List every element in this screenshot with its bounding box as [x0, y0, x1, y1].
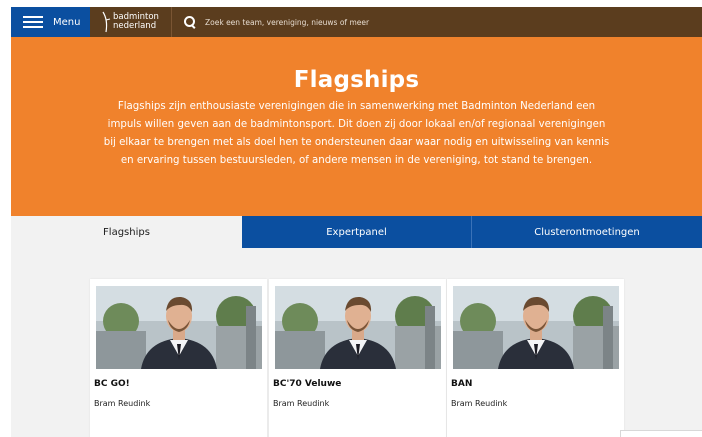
flagship-card[interactable]: BC GO! Bram Reudink	[90, 279, 267, 437]
corner-widget[interactable]	[620, 430, 702, 437]
tab-bar: Flagships Expertpanel Clusterontmoetinge…	[11, 216, 702, 248]
page-title: Flagships	[293, 67, 420, 93]
portrait-photo	[96, 286, 262, 369]
logo-line-2: nederland	[113, 21, 157, 31]
tab-flagships[interactable]: Flagships	[11, 216, 242, 248]
logo-mark-icon	[102, 11, 111, 33]
search-icon[interactable]	[184, 16, 196, 28]
portrait-photo	[275, 286, 441, 369]
tab-expertpanel[interactable]: Expertpanel	[242, 216, 472, 248]
card-title: BAN	[451, 379, 473, 389]
card-subtitle: Bram Reudink	[94, 399, 151, 408]
flagship-card[interactable]: BAN Bram Reudink	[447, 279, 624, 437]
hamburger-icon	[23, 15, 43, 29]
hero-description: Flagships zijn enthousiaste verenigingen…	[103, 101, 610, 166]
card-subtitle: Bram Reudink	[273, 399, 330, 408]
card-grid: BC GO! Bram Reudink BC'70 Veluwe Bram Re…	[11, 248, 702, 437]
card-subtitle: Bram Reudink	[451, 399, 508, 408]
tab-clusterontmoetingen[interactable]: Clusterontmoetingen	[472, 216, 702, 248]
portrait-photo	[453, 286, 619, 369]
top-navigation-bar: Menu badminton nederland	[11, 7, 702, 37]
logo-text: badminton nederland	[113, 13, 159, 31]
search-bar[interactable]	[172, 7, 702, 37]
hero-banner: Flagships Flagships zijn enthousiaste ve…	[11, 37, 702, 216]
search-input[interactable]	[205, 17, 585, 27]
card-title: BC'70 Veluwe	[273, 379, 342, 389]
menu-button[interactable]: Menu	[11, 7, 90, 37]
menu-label: Menu	[53, 16, 81, 28]
badminton-nederland-logo[interactable]: badminton nederland	[90, 7, 172, 37]
flagship-card[interactable]: BC'70 Veluwe Bram Reudink	[269, 279, 446, 437]
card-title: BC GO!	[94, 379, 130, 389]
